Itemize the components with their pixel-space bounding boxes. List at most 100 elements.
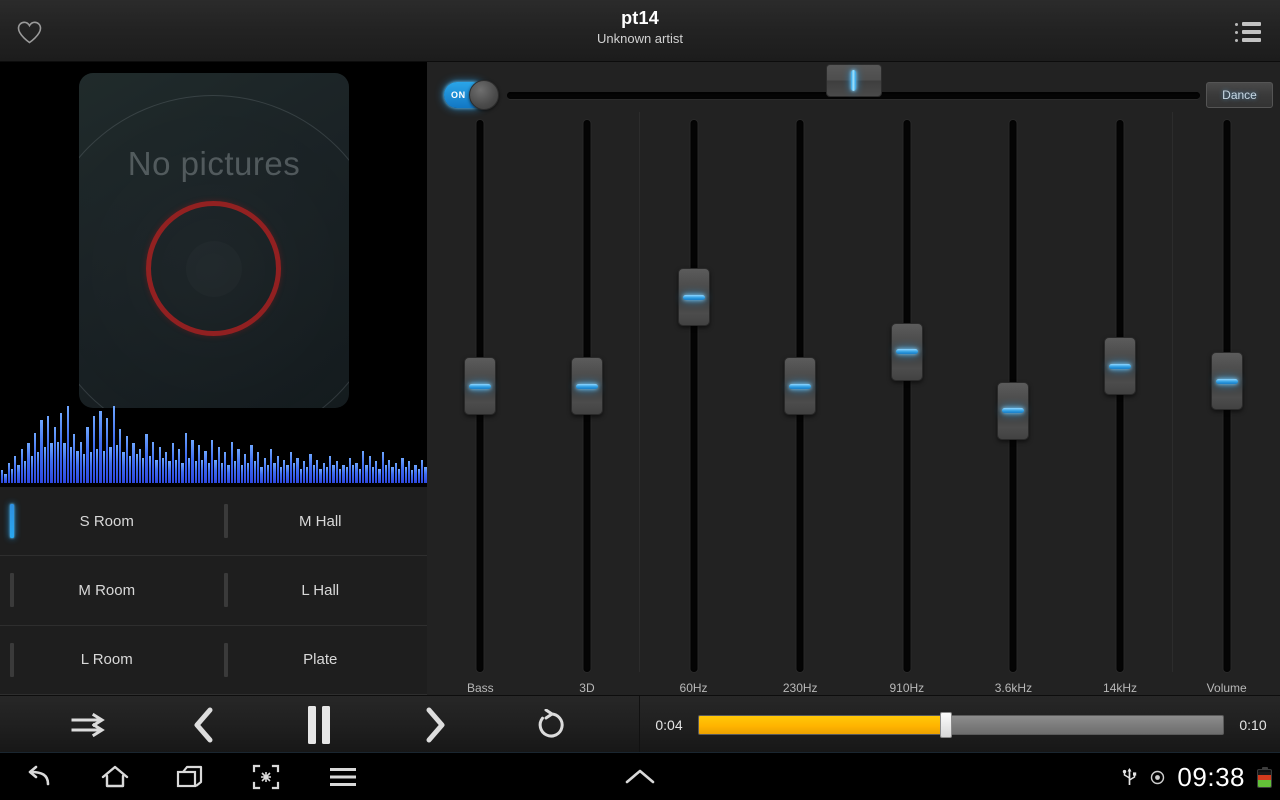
toggle-knob[interactable] (469, 80, 499, 110)
record-circle-icon (1150, 770, 1165, 785)
visualizer-bar (270, 449, 272, 483)
preset-item-s-room[interactable]: S Room (0, 487, 214, 556)
eq-band-track[interactable] (1117, 120, 1124, 672)
eq-band-thumb[interactable] (1104, 337, 1136, 395)
eq-band-60hz: 60Hz (640, 112, 747, 695)
visualizer-bar (405, 467, 407, 483)
eq-band-track[interactable] (903, 120, 910, 672)
back-arrow-icon (24, 764, 54, 790)
visualizer-bar (106, 418, 108, 483)
visualizer-bar (126, 436, 128, 483)
back-button[interactable] (14, 753, 64, 800)
visualizer-bar (339, 469, 341, 483)
visualizer-bar (99, 411, 101, 483)
visualizer-bar (129, 456, 131, 483)
previous-button[interactable] (173, 700, 235, 750)
preset-item-m-room[interactable]: M Room (0, 556, 214, 625)
menu-button[interactable] (318, 753, 368, 800)
preset-indicator (224, 643, 228, 677)
seek-fill (699, 716, 945, 734)
effect-slider-thumb[interactable] (826, 64, 882, 97)
preset-name-button[interactable]: Dance (1206, 82, 1273, 108)
visualizer-bar (323, 463, 325, 483)
eq-thumb-glow (683, 295, 705, 300)
visualizer-bar (96, 449, 98, 483)
preset-item-m-hall[interactable]: M Hall (214, 487, 428, 556)
visualizer-bar (382, 452, 384, 483)
visualizer-bar (14, 456, 16, 483)
visualizer-bar (241, 465, 243, 483)
playlist-button[interactable] (1226, 12, 1270, 52)
visualizer-bar (50, 443, 52, 483)
shuffle-button[interactable] (57, 700, 119, 750)
preset-name-label: Dance (1222, 88, 1257, 102)
eq-band-3-6khz: 3.6kHz (960, 112, 1067, 695)
play-pause-button[interactable] (288, 700, 350, 750)
visualizer-bar (352, 465, 354, 483)
eq-band-bass: Bass (427, 112, 534, 695)
visualizer-bar (70, 447, 72, 483)
eq-band-230hz: 230Hz (747, 112, 854, 695)
eq-band-track[interactable] (690, 120, 697, 672)
eq-thumb-glow (576, 384, 598, 389)
eq-thumb-glow (469, 384, 491, 389)
favorite-button[interactable] (8, 12, 50, 52)
shuffle-icon (69, 711, 107, 739)
preset-item-plate[interactable]: Plate (214, 626, 428, 695)
visualizer-bar (277, 456, 279, 483)
visualizer-bar (346, 467, 348, 483)
repeat-button[interactable] (520, 700, 582, 750)
eq-band-thumb[interactable] (784, 357, 816, 415)
eq-band-thumb[interactable] (464, 357, 496, 415)
screenshot-button[interactable] (242, 753, 290, 800)
visualizer-bar (175, 460, 177, 483)
visualizer-bar (332, 465, 334, 483)
visualizer-bar (204, 451, 206, 483)
visualizer-bar (34, 433, 36, 483)
left-panel: No pictures S Room M Hall M RoomL HallL Ro… (0, 62, 427, 695)
visualizer-bar (355, 463, 357, 483)
preset-item-l-room[interactable]: L Room (0, 626, 214, 695)
preset-item-l-hall[interactable]: L Hall (214, 556, 428, 625)
eq-band-thumb[interactable] (891, 323, 923, 381)
preset-label: Plate (303, 651, 337, 668)
visualizer-bar (165, 452, 167, 483)
visualizer-bar (178, 449, 180, 483)
visualizer-bar (4, 474, 6, 483)
visualizer-bar (113, 406, 115, 483)
eq-band-label: 3.6kHz (960, 681, 1067, 695)
visualizer-bar (329, 456, 331, 483)
album-art-area[interactable]: No pictures (0, 62, 427, 487)
home-button[interactable] (90, 753, 140, 800)
eq-band-thumb[interactable] (997, 382, 1029, 440)
seek-thumb[interactable] (940, 712, 952, 738)
eq-band-label: Volume (1173, 681, 1280, 695)
expand-button[interactable] (612, 753, 668, 800)
visualizer-bar (231, 442, 233, 483)
visualizer-bar (83, 454, 85, 483)
visualizer-bar (395, 463, 397, 483)
eq-band-thumb[interactable] (678, 268, 710, 326)
visualizer-bar (401, 458, 403, 483)
effect-level-slider[interactable] (507, 85, 1200, 105)
next-button[interactable] (404, 700, 466, 750)
visualizer-bar (264, 458, 266, 483)
eq-band-label: 230Hz (747, 681, 854, 695)
eq-band-thumb[interactable] (571, 357, 603, 415)
preset-indicator (224, 573, 228, 607)
visualizer-bar (90, 452, 92, 483)
visualizer-bar (250, 445, 252, 483)
visualizer-bar (365, 465, 367, 483)
visualizer-bar (195, 461, 197, 483)
track-artist: Unknown artist (0, 30, 1280, 48)
recents-button[interactable] (165, 753, 215, 800)
system-clock: 09:38 (1177, 762, 1245, 793)
visualizer-bar (362, 451, 364, 483)
preset-label: M Hall (299, 513, 342, 530)
equalizer-power-toggle[interactable]: ON (444, 82, 499, 108)
visualizer-bar (342, 465, 344, 483)
seek-bar[interactable] (698, 712, 1224, 738)
eq-band-thumb[interactable] (1211, 352, 1243, 410)
visualizer-bar (421, 460, 423, 483)
preset-selected-indicator (10, 504, 14, 538)
